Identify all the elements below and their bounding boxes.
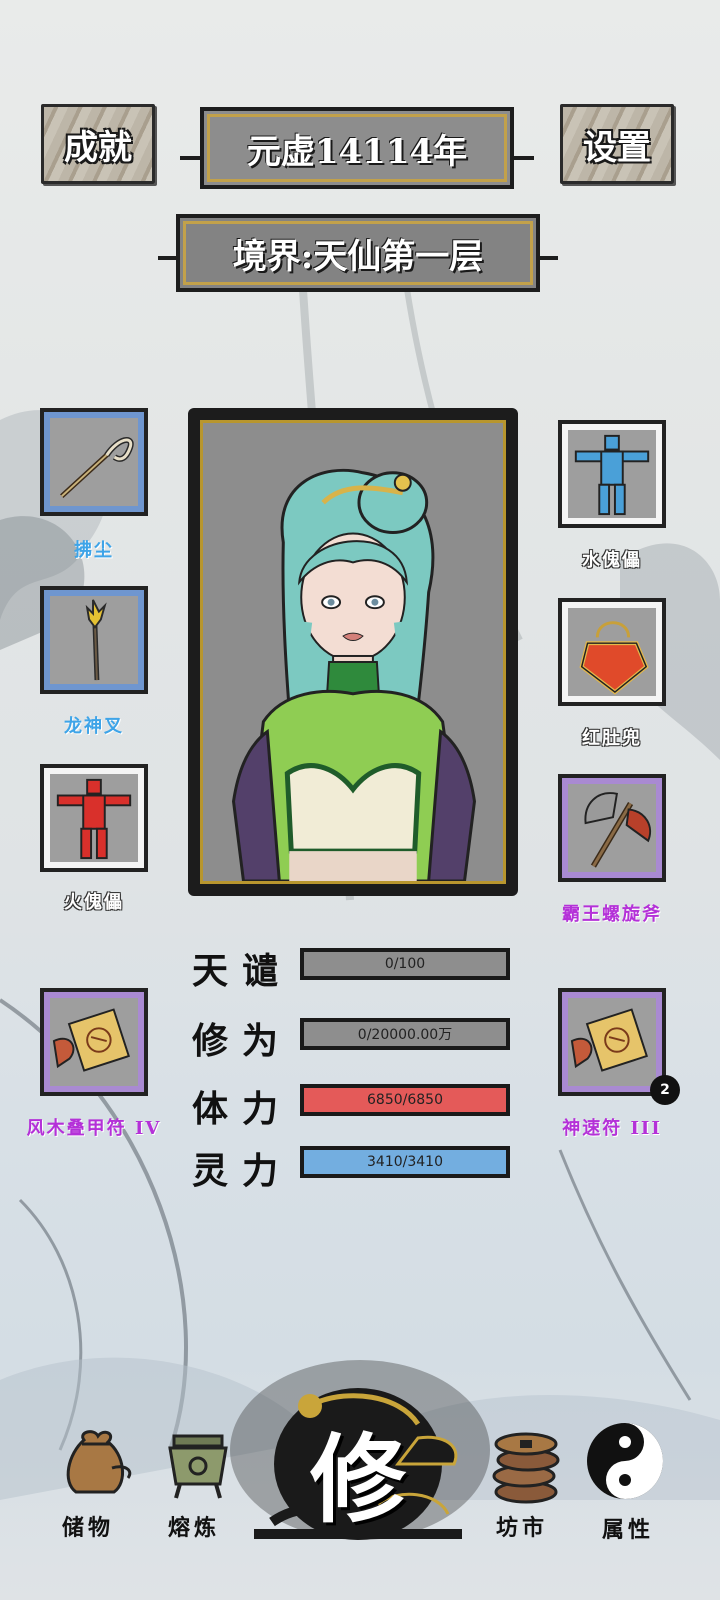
character-portrait-frame	[188, 408, 518, 896]
talisman-icon	[52, 1008, 130, 1072]
slot-background	[50, 418, 138, 506]
slot-background	[50, 774, 138, 862]
nav-attributes-label: 属性	[602, 1517, 655, 1543]
settings-button[interactable]: 设置	[560, 104, 674, 184]
nav-refine-button[interactable]: 熔炼	[160, 1430, 240, 1541]
year-label: 元虚14114年	[246, 131, 468, 172]
slot-background	[568, 784, 656, 872]
character-portrait	[200, 420, 506, 884]
realm-plaque: 境界:天仙第一层	[176, 214, 540, 292]
equip-slot-speed-talisman[interactable]	[558, 988, 666, 1096]
slot-background	[50, 596, 138, 684]
stat-bar-stamina: 6850/6850	[300, 1084, 510, 1116]
achievements-button[interactable]: 成就	[41, 104, 155, 184]
bag-icon	[66, 1430, 132, 1494]
nav-refine-label: 熔炼	[168, 1515, 221, 1541]
stat-label-stamina: 体力	[192, 1088, 293, 1130]
stat-label-heavenly-punishment: 天谴	[192, 950, 293, 992]
coins-icon	[492, 1432, 560, 1504]
year-plaque: 元虚14114年	[200, 107, 514, 189]
achievements-label: 成就	[64, 127, 132, 168]
slot-label-overlord-axe: 霸王螺旋斧	[562, 904, 662, 925]
stat-value-cultivation: 0/20000.00万	[357, 1027, 453, 1043]
stat-value-stamina: 6850/6850	[367, 1092, 443, 1108]
slot-label-whisk: 拂尘	[74, 540, 114, 561]
fire-puppet-icon	[56, 778, 132, 860]
settings-label: 设置	[583, 127, 651, 168]
equip-slot-water-puppet[interactable]	[558, 420, 666, 528]
slot-background	[568, 430, 656, 518]
cultivate-button[interactable]: 修	[248, 1384, 468, 1564]
nav-market-label: 坊市	[496, 1515, 549, 1541]
stat-bar-spiritual-power: 3410/3410	[300, 1146, 510, 1178]
slot-background	[568, 998, 656, 1086]
nav-market-button[interactable]: 坊市	[486, 1418, 572, 1541]
cultivate-label: 修	[310, 1423, 406, 1536]
slot-label-fire-puppet: 火傀儡	[64, 892, 124, 913]
slot-label-wind-talisman: 风木叠甲符 IV	[26, 1118, 162, 1139]
equip-slot-overlord-axe[interactable]	[558, 774, 666, 882]
cauldron-icon	[168, 1434, 228, 1499]
stat-label-cultivation: 修为	[192, 1020, 293, 1062]
character-illustration	[232, 468, 476, 881]
slot-background	[50, 998, 138, 1086]
slot-label-speed-talisman: 神速符 III	[562, 1118, 662, 1139]
fork-icon	[85, 599, 107, 681]
stat-bar-heavenly-punishment: 0/100	[300, 948, 510, 980]
yin-yang-icon	[587, 1423, 663, 1499]
slot-label-water-puppet: 水傀儡	[582, 550, 642, 571]
talisman-icon	[570, 1008, 648, 1072]
equip-slot-wind-talisman[interactable]	[40, 988, 148, 1096]
nav-attributes-button[interactable]: 属性	[584, 1420, 668, 1543]
stat-bar-cultivation: 0/20000.00万	[300, 1018, 510, 1050]
stat-value-heavenly-punishment: 0/100	[384, 956, 426, 972]
whisk-icon	[60, 437, 134, 499]
slot-label-dragon-fork: 龙神叉	[64, 716, 124, 737]
water-puppet-icon	[574, 434, 650, 516]
slot-label-red-bib: 红肚兜	[582, 728, 642, 749]
axe-icon	[584, 792, 652, 868]
equip-slot-red-bib[interactable]	[558, 598, 666, 706]
equip-slot-whisk[interactable]	[40, 408, 148, 516]
nav-storage-label: 储物	[62, 1515, 115, 1541]
equip-slot-dragon-fork[interactable]	[40, 586, 148, 694]
slot-background	[568, 608, 656, 696]
equip-slot-fire-puppet[interactable]	[40, 764, 148, 872]
realm-label: 境界:天仙第一层	[232, 236, 484, 277]
stat-value-spiritual-power: 3410/3410	[367, 1154, 443, 1170]
item-count-badge: 2	[650, 1075, 680, 1105]
nav-storage-button[interactable]: 储物	[54, 1424, 140, 1541]
bib-icon	[579, 621, 649, 695]
stat-label-spiritual-power: 灵力	[192, 1150, 293, 1192]
